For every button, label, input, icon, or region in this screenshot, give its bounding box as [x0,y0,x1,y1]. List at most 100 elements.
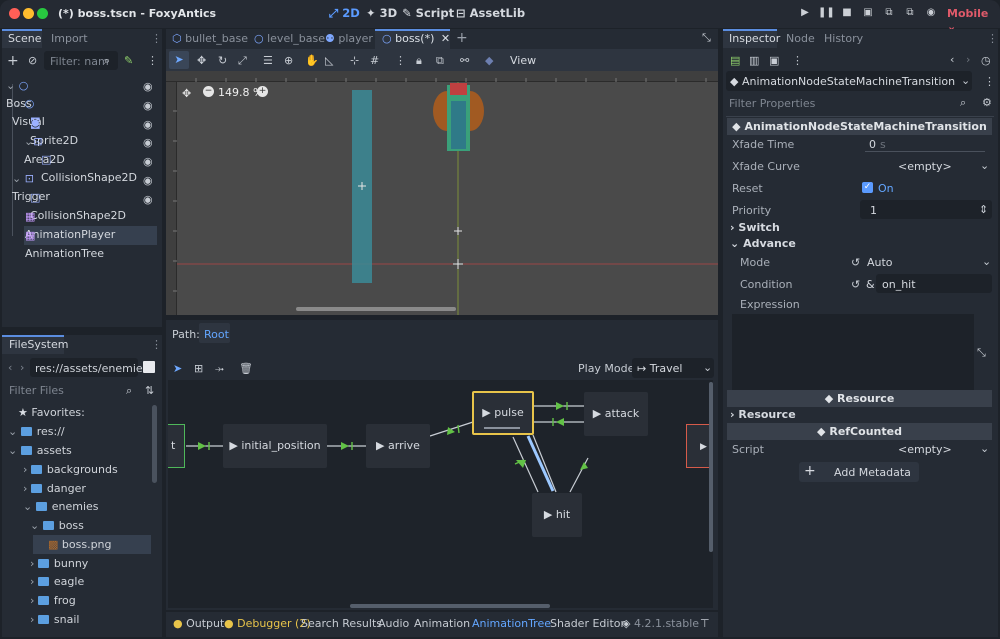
dock-menu-icon[interactable]: ⋮ [987,32,998,45]
move-mode-icon[interactable]: ✥ [197,54,206,67]
expand-panel-icon[interactable]: ⊤ [700,617,710,630]
minimize-window-button[interactable] [23,8,34,19]
select-node-icon[interactable]: ➤ [173,362,182,375]
distraction-free-icon[interactable]: ⤡ [702,31,711,45]
scene-node-area2d[interactable]: ⌄⊡ Area2D [24,133,65,166]
state-node-initial-position[interactable]: ▶ initial_position [223,424,327,468]
expression-editor[interactable] [732,314,974,390]
fs-boss-png[interactable]: ▩ boss.png [48,536,112,554]
fs-favorites[interactable]: ★ Favorites: [18,404,85,422]
fs-bunny[interactable]: › bunny [30,555,88,573]
visibility-eye-icon[interactable]: ◉ [143,136,153,149]
state-node-attack[interactable]: ▶ attack [584,392,648,436]
scene-node-animationplayer[interactable]: ▦ AnimationPlayer [25,208,115,241]
fs-enemies[interactable]: ⌄ enemies [23,498,99,516]
revert-icon[interactable]: ↺ [851,278,860,291]
delete-icon[interactable]: 🗑︎ [239,362,253,375]
property-options-icon[interactable]: ⚙︎ [982,96,992,109]
create-node-icon[interactable]: ⊞ [194,362,203,375]
fs-snail[interactable]: › snail [30,611,79,629]
back-icon[interactable]: ‹ [8,361,12,374]
movie-maker-icon[interactable]: ◉ [923,7,939,21]
new-resource-icon[interactable]: ▤ [730,54,740,67]
play-icon[interactable]: ▶ [797,7,813,21]
visibility-eye-icon[interactable]: ◉ [143,193,153,206]
close-tab-icon[interactable]: ✕ [441,32,450,45]
view-menu[interactable]: View [510,54,536,67]
history-back-icon[interactable]: ‹ [950,53,954,66]
workspace-script[interactable]: ✎ Script [402,6,454,20]
save-resource-icon[interactable]: ▣ [769,54,779,67]
pause-icon[interactable]: ❚❚ [818,7,835,21]
priority-spinbox[interactable] [860,200,992,219]
output-tab[interactable]: ● Output [173,617,224,630]
fs-assets[interactable]: ⌄ assets [8,442,72,460]
filesystem-scrollbar[interactable] [152,405,157,483]
resource-menu-icon[interactable]: ⋮ [792,54,803,67]
audio-tab[interactable]: Audio [378,617,409,630]
fs-frog[interactable]: › frog [30,592,76,610]
close-window-button[interactable] [9,8,20,19]
zoom-reset-icon[interactable]: ✥ [182,87,191,100]
advance-section[interactable]: ⌄ Advance [730,237,796,250]
state-node-arrive[interactable]: ▶ arrive [366,424,430,468]
animation-tab[interactable]: Animation [414,617,470,630]
connect-nodes-icon[interactable]: ⤞ [215,362,224,376]
add-tab-icon[interactable]: + [456,30,468,46]
history-forward-icon[interactable]: › [966,53,970,66]
bullet-base-tab[interactable]: ⬡ bullet_base [172,32,248,45]
fs-res[interactable]: ⌄ res:// [8,423,65,441]
snap-options-icon[interactable]: ⋮ [395,54,406,67]
fs-eagle[interactable]: › eagle [30,573,84,591]
expand-editor-icon[interactable]: ⤡ [977,346,986,360]
stop-icon[interactable]: ■ [839,7,855,21]
play-scene-icon[interactable]: ⧉ [881,7,897,21]
zoom-in-icon[interactable]: + [257,86,268,97]
history-icon[interactable]: ◷ [981,54,991,67]
open-resource-icon[interactable]: ▥ [749,54,759,67]
reset-checkbox[interactable]: ✓ [862,182,873,193]
resource-section[interactable]: › Resource [730,408,796,421]
forward-icon[interactable]: › [20,361,24,374]
select-mode-icon[interactable]: ➤ [169,51,189,69]
xfade-slider[interactable] [865,151,985,152]
visibility-eye-icon[interactable]: ◉ [143,174,153,187]
dock-menu-icon[interactable]: ⋮ [151,338,162,351]
object-menu-icon[interactable]: ⋮ [984,75,995,88]
visibility-eye-icon[interactable]: ◉ [143,99,153,112]
scene-menu-icon[interactable]: ⋮ [147,54,158,67]
pan-mode-icon[interactable]: ✋ [305,54,319,67]
lock-icon[interactable]: 🔒︎ [416,54,422,68]
fs-boss-folder[interactable]: ⌄ boss [30,517,84,535]
scene-node-trigger[interactable]: ⌄ ⊡ Trigger [12,170,50,203]
add-node-icon[interactable]: + [7,53,19,69]
tab-node[interactable]: Node [786,32,815,45]
level-base-tab[interactable]: ○ level_base [254,32,325,45]
search-results-tab[interactable]: Search Results [301,617,382,630]
graph-hscrollbar[interactable] [350,604,550,608]
workspace-2d[interactable]: ⤢ 2D [329,6,360,20]
scene-node-animationtree[interactable]: ▦ AnimationTree [25,227,104,260]
pivot-icon[interactable]: ⊕ [284,54,293,67]
switch-section[interactable]: › Switch [730,221,780,234]
remote-debug-icon[interactable]: ▣ [860,7,876,21]
smart-snap-icon[interactable]: ⊹ [350,54,359,67]
workspace-3d[interactable]: ✦ 3D [366,6,397,20]
xfade-curve-value[interactable]: <empty> [898,160,952,173]
dock-menu-icon[interactable]: ⋮ [151,32,162,45]
graph-vscrollbar[interactable] [709,382,713,552]
ruler-icon[interactable]: ◺ [325,54,333,67]
state-node-hit[interactable]: ▶ hit [532,493,582,537]
camera-override-icon[interactable]: ◆ [485,54,493,67]
scale-mode-icon[interactable]: ⤢ [238,54,247,68]
toggle-split-icon[interactable] [143,361,155,373]
link-icon[interactable]: ⊘ [28,54,37,67]
workspace-assetlib[interactable]: ⊟ AssetLib [456,6,525,20]
play-custom-scene-icon[interactable]: ⧉ [902,7,918,21]
list-select-icon[interactable]: ☰ [263,54,273,67]
shader-editor-tab[interactable]: Shader Editor [550,617,625,630]
scene-node-boss[interactable]: ⌄ ○ Boss [6,77,32,110]
revert-icon[interactable]: ↺ [851,256,860,269]
player-tab[interactable]: ⚉ player [325,32,373,45]
fs-danger[interactable]: › danger [23,480,86,498]
